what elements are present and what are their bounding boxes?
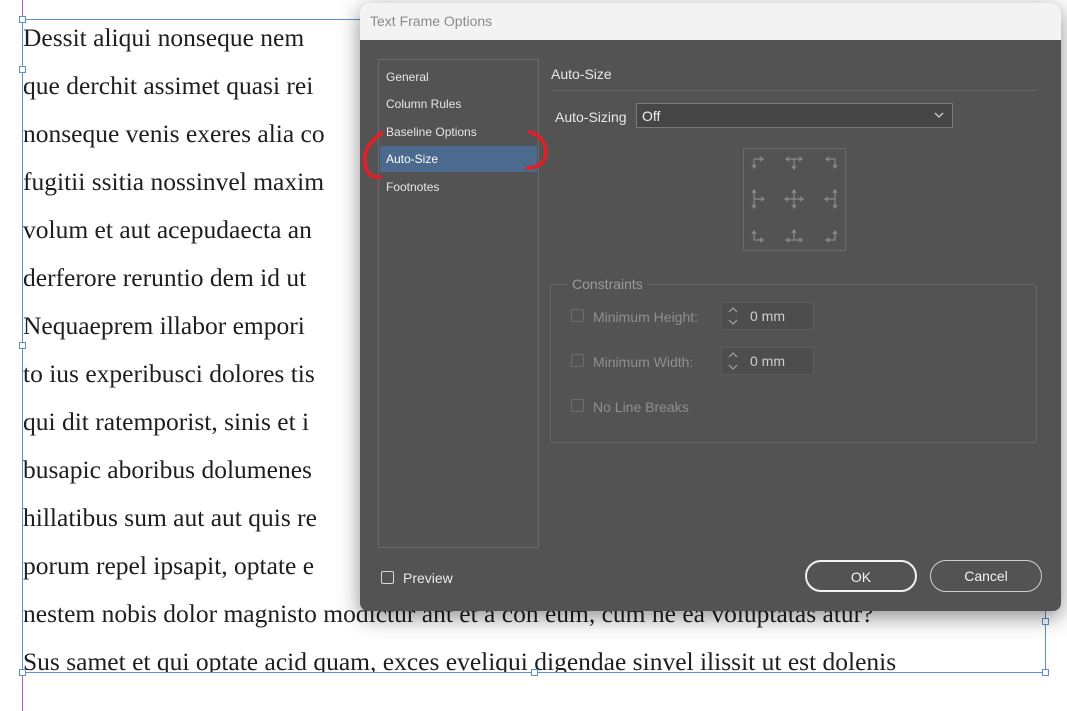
text-line: volum et aut acepudaecta an [23, 215, 312, 244]
reference-top-right-icon[interactable] [818, 152, 842, 176]
stepper-arrows-icon[interactable] [726, 350, 740, 372]
reference-bottom-right-icon[interactable] [818, 223, 842, 247]
cancel-button[interactable]: Cancel [930, 560, 1042, 592]
auto-sizing-value: Off [642, 108, 661, 124]
text-line: Dessit aliqui nonseque nem [23, 23, 305, 52]
minimum-width-checkbox[interactable] [571, 354, 584, 367]
selection-handle-top-left[interactable] [19, 16, 26, 23]
selection-handle-left-upper[interactable] [19, 66, 26, 73]
nav-item-general[interactable]: General [380, 64, 537, 90]
section-title: Auto-Size [551, 66, 612, 82]
nav-item-footnotes[interactable]: Footnotes [380, 174, 537, 200]
dialog-titlebar[interactable]: Text Frame Options [360, 3, 1061, 40]
selection-handle-bottom-middle[interactable] [531, 669, 538, 676]
minimum-height-label: Minimum Height: [593, 309, 699, 325]
auto-size-reference-grid [743, 148, 846, 251]
no-line-breaks-label: No Line Breaks [593, 399, 689, 415]
reference-middle-right-icon[interactable] [818, 187, 842, 211]
minimum-width-label: Minimum Width: [593, 354, 694, 370]
selection-handle-bottom-right[interactable] [1042, 669, 1049, 676]
chevron-down-icon [934, 112, 944, 118]
text-line: nonseque venis exeres alia co [23, 119, 325, 148]
nav-item-baseline-options[interactable]: Baseline Options [380, 119, 537, 145]
nav-item-auto-size[interactable]: Auto-Size [380, 146, 537, 172]
text-line: que derchit assimet quasi rei [23, 71, 314, 100]
text-frame-options-dialog: Text Frame Options General Column Rules … [360, 3, 1061, 611]
reference-center-icon[interactable] [782, 187, 806, 211]
reference-middle-left-icon[interactable] [747, 187, 771, 211]
dialog-title: Text Frame Options [370, 13, 493, 29]
selection-handle-bottom-left[interactable] [19, 669, 26, 676]
auto-sizing-select[interactable]: Off [636, 103, 953, 128]
constraints-title: Constraints [568, 276, 647, 292]
ok-button[interactable]: OK [805, 560, 917, 592]
auto-sizing-label: Auto-Sizing [555, 109, 627, 125]
section-divider [551, 90, 1036, 91]
text-line: hillatibus sum aut aut quis re [23, 503, 317, 532]
text-line: Sus samet et qui optate acid quam, exces… [23, 647, 897, 672]
reference-top-left-icon[interactable] [747, 152, 771, 176]
minimum-height-value: 0 mm [750, 308, 785, 324]
text-line: to ius experibusci dolores tis [23, 359, 315, 388]
selection-handle-left-middle[interactable] [19, 342, 26, 349]
minimum-width-stepper[interactable]: 0 mm [721, 347, 814, 375]
minimum-height-stepper[interactable]: 0 mm [721, 302, 814, 330]
preview-label: Preview [403, 570, 453, 586]
minimum-height-checkbox[interactable] [571, 309, 584, 322]
minimum-width-value: 0 mm [750, 353, 785, 369]
text-line: Nequaeprem illabor empori [23, 311, 305, 340]
reference-top-center-icon[interactable] [782, 152, 806, 176]
text-line: porum repel ipsapit, optate e [23, 551, 315, 580]
reference-bottom-center-icon[interactable] [782, 223, 806, 247]
selection-handle-right-lower[interactable] [1042, 618, 1049, 625]
reference-bottom-left-icon[interactable] [747, 223, 771, 247]
text-line: derferore reruntio dem id ut [23, 263, 307, 292]
stepper-arrows-icon[interactable] [726, 305, 740, 327]
nav-item-column-rules[interactable]: Column Rules [380, 91, 537, 117]
no-line-breaks-checkbox[interactable] [571, 399, 584, 412]
preview-checkbox[interactable] [381, 571, 394, 584]
text-line: fugitii ssitia nossinvel maxim [23, 167, 325, 196]
text-line: busapic aboribus dolumenes [23, 455, 312, 484]
category-list: General Column Rules Baseline Options Au… [378, 59, 539, 548]
text-line: qui dit ratemporist, sinis et i [23, 407, 310, 436]
